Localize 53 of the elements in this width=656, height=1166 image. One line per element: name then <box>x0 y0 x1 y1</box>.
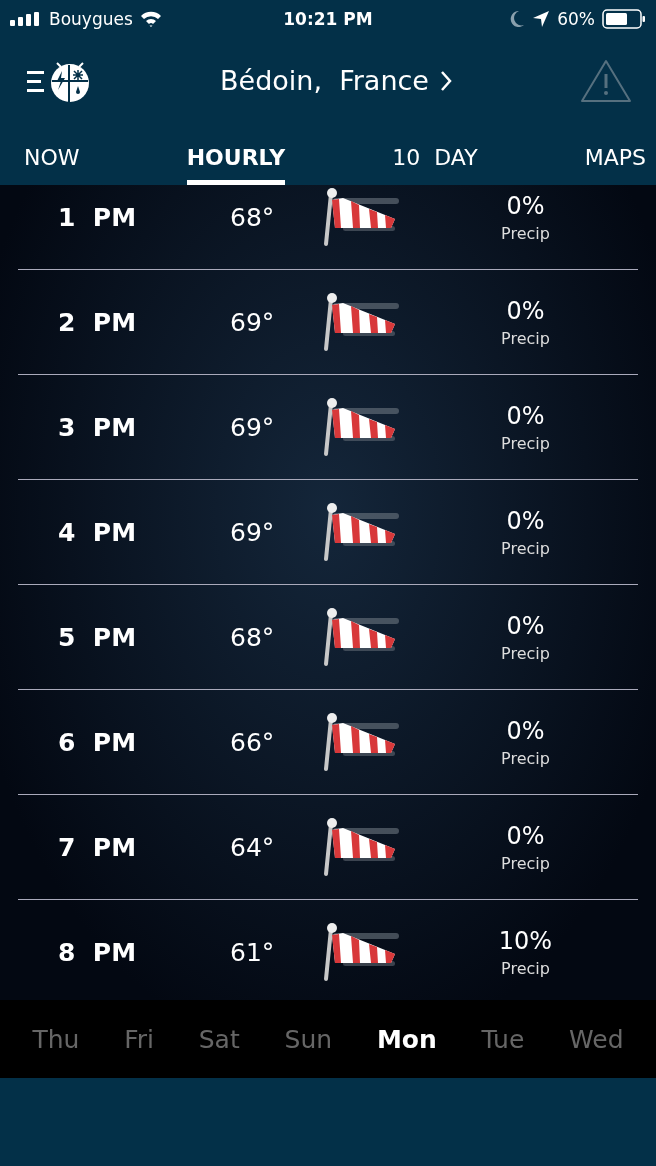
precip-percent: 0% <box>506 611 545 640</box>
location-button[interactable]: Bédoin, France <box>220 65 453 96</box>
temperature: 64° <box>229 832 276 862</box>
precip-label: Precip <box>501 538 550 558</box>
day-tab[interactable]: Fri <box>124 1024 154 1054</box>
temperature: 69° <box>229 517 276 547</box>
day-tab[interactable]: Tue <box>481 1024 525 1054</box>
day-tab[interactable]: Thu <box>32 1024 80 1054</box>
day-tab[interactable]: Sun <box>284 1024 333 1054</box>
hour-label: 2 PM <box>57 307 137 337</box>
hour-label: 7 PM <box>57 832 137 862</box>
precip-percent: 10% <box>498 926 553 955</box>
precip-percent: 0% <box>506 716 545 745</box>
battery-percent: 60% <box>557 9 595 29</box>
temperature: 68° <box>229 622 276 652</box>
hour-label: 3 PM <box>57 412 137 442</box>
temperature: 69° <box>229 307 276 337</box>
tab[interactable]: MAPS <box>584 123 646 185</box>
warning-icon[interactable] <box>580 58 632 103</box>
precip-percent: 0% <box>506 401 545 430</box>
chevron-icon <box>438 69 453 92</box>
wifi-icon <box>139 11 162 27</box>
precip-label: Precip <box>501 853 550 873</box>
temperature: 61° <box>229 937 276 967</box>
precip-percent: 0% <box>506 296 545 325</box>
precip-percent: 0% <box>506 821 545 850</box>
day-tab[interactable]: Sat <box>198 1024 240 1054</box>
signal-icon <box>10 12 42 26</box>
hour-label: 6 PM <box>57 727 137 757</box>
clock-time: 10:21 PM <box>283 9 373 29</box>
precip-label: Precip <box>501 748 550 768</box>
temperature: 69° <box>229 412 276 442</box>
battery-icon <box>602 9 646 29</box>
hour-label: 1 PM <box>57 202 137 232</box>
moon-icon <box>509 10 526 28</box>
day-tab[interactable]: Mon <box>376 1024 437 1054</box>
day-tab[interactable]: Wed <box>569 1024 624 1054</box>
precip-label: Precip <box>501 433 550 453</box>
hour-label: 8 PM <box>57 937 137 967</box>
temperature: 66° <box>229 727 276 757</box>
location-arrow-icon <box>532 10 551 28</box>
precip-percent: 0% <box>506 191 545 220</box>
hour-label: 5 PM <box>57 622 137 652</box>
precip-percent: 0% <box>506 506 545 535</box>
precip-label: Precip <box>501 643 550 663</box>
tab[interactable]: 10 DAY <box>392 123 478 185</box>
precip-label: Precip <box>501 328 550 348</box>
tab[interactable]: NOW <box>24 123 80 185</box>
hour-label: 4 PM <box>57 517 137 547</box>
temperature: 68° <box>229 202 276 232</box>
carrier-name: Bouygues <box>49 9 133 29</box>
precip-label: Precip <box>501 223 550 243</box>
precip-label: Precip <box>501 958 550 978</box>
